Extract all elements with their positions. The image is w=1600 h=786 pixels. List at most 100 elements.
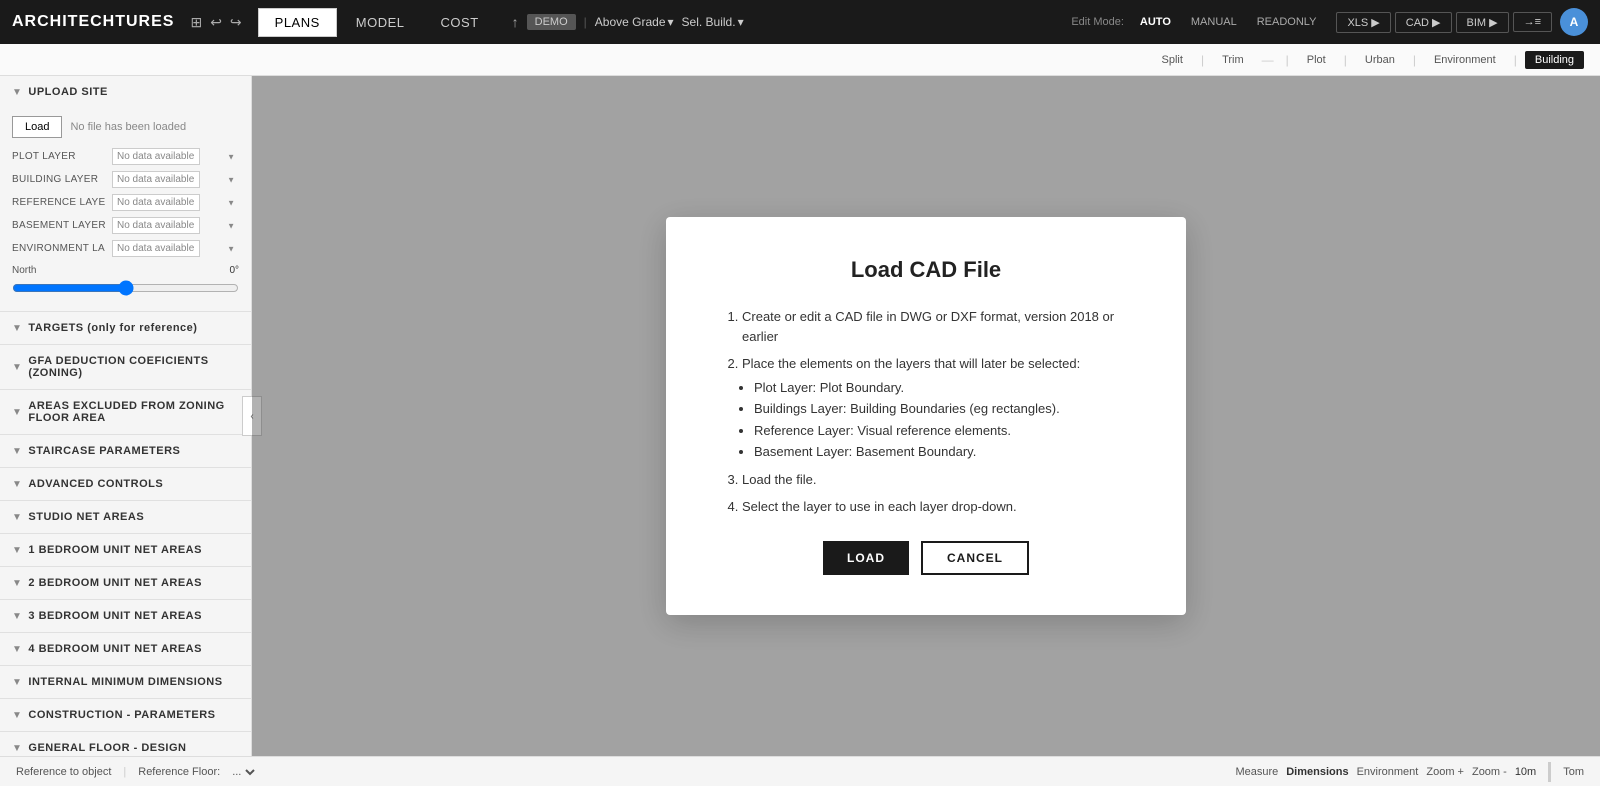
edit-mode-auto[interactable]: AUTO — [1132, 13, 1179, 31]
modal-overlay: Load CAD File Create or edit a CAD file … — [252, 76, 1600, 756]
chevron-right-icon: ▼ — [12, 743, 22, 754]
environment-layer-select[interactable]: No data available — [112, 240, 200, 257]
section-2bed-header[interactable]: ▼ 2 BEDROOM UNIT NET AREAS — [0, 567, 251, 599]
section-4bed-label: 4 BEDROOM UNIT NET AREAS — [28, 643, 202, 655]
bottom-bar: Reference to object | Reference Floor: .… — [0, 756, 1600, 786]
environment-layer-label: ENVIRONMENT LA — [12, 243, 112, 254]
section-1bed-header[interactable]: ▼ 1 BEDROOM UNIT NET AREAS — [0, 534, 251, 566]
tab-trim[interactable]: Trim — [1212, 51, 1254, 69]
tab-environment[interactable]: Environment — [1424, 51, 1506, 69]
section-4bed-header[interactable]: ▼ 4 BEDROOM UNIT NET AREAS — [0, 633, 251, 665]
tab-split[interactable]: Split — [1152, 51, 1193, 69]
section-gfa: ▼ GFA DEDUCTION COEFICIENTS (ZONING) — [0, 345, 251, 390]
tab-building[interactable]: Building — [1525, 51, 1584, 69]
export-more-button[interactable]: →≡ — [1513, 12, 1552, 32]
modal-sub-item-reference: Reference Layer: Visual reference elemen… — [754, 421, 1126, 441]
section-advanced-controls-header[interactable]: ▼ ADVANCED CONTROLS — [0, 468, 251, 500]
up-arrow-icon: ↑ — [512, 14, 519, 30]
north-slider[interactable] — [12, 280, 239, 296]
app-logo: ARCHITECHTURES — [12, 13, 174, 31]
tab-urban[interactable]: Urban — [1355, 51, 1405, 69]
tab-cost[interactable]: COST — [424, 8, 496, 37]
section-areas-excluded-header[interactable]: ▼ AREAS EXCLUDED FROM ZONING FLOOR AREA — [0, 390, 251, 434]
section-general-floor-header[interactable]: ▼ GENERAL FLOOR - DESIGN — [0, 732, 251, 756]
reference-layer-row: REFERENCE LAYE No data available — [12, 194, 239, 211]
section-studio-header[interactable]: ▼ STUDIO NET AREAS — [0, 501, 251, 533]
environment-label[interactable]: Environment — [1357, 766, 1419, 778]
main-layout: ▼ UPLOAD SITE Load No file has been load… — [0, 76, 1600, 756]
north-row: North 0° — [12, 265, 239, 299]
section-upload-site: ▼ UPLOAD SITE Load No file has been load… — [0, 76, 251, 312]
zoom-level: 10m — [1515, 766, 1536, 778]
export-xls-button[interactable]: XLS ▶ — [1336, 12, 1390, 33]
tab-model[interactable]: MODEL — [339, 8, 422, 37]
modal-title: Load CAD File — [726, 257, 1126, 283]
section-studio-label: STUDIO NET AREAS — [28, 511, 144, 523]
ref-floor-select[interactable]: ... — [228, 765, 258, 779]
zoom-in-button[interactable]: Zoom + — [1426, 766, 1464, 778]
export-cad-button[interactable]: CAD ▶ — [1395, 12, 1452, 33]
modal-instruction-2: Place the elements on the layers that wi… — [742, 354, 1126, 462]
section-3bed-label: 3 BEDROOM UNIT NET AREAS — [28, 610, 202, 622]
redo-icon[interactable]: ↪ — [230, 14, 242, 31]
edit-mode-readonly[interactable]: READONLY — [1249, 13, 1325, 31]
second-bar: Split | Trim — | Plot | Urban | Environm… — [0, 44, 1600, 76]
modal-sub-item-buildings: Buildings Layer: Building Boundaries (eg… — [754, 399, 1126, 419]
environment-layer-select-wrapper: No data available — [112, 240, 239, 257]
nav-center-controls: ↑ DEMO | Above Grade ▾ Sel. Build. ▾ — [512, 14, 744, 30]
section-internal-min-header[interactable]: ▼ INTERNAL MINIMUM DIMENSIONS — [0, 666, 251, 698]
load-file-button[interactable]: Load — [12, 116, 62, 138]
modal-buttons: LOAD CANCEL — [726, 541, 1126, 575]
section-targets: ▼ TARGETS (only for reference) — [0, 312, 251, 345]
reference-layer-select[interactable]: No data available — [112, 194, 200, 211]
undo-icon[interactable]: ↩ — [210, 14, 222, 31]
tab-plans[interactable]: PLANS — [258, 8, 337, 37]
sel-build-dropdown[interactable]: Sel. Build. ▾ — [682, 15, 744, 29]
basement-layer-select[interactable]: No data available — [112, 217, 200, 234]
ref-to-object-label: Reference to object — [16, 766, 111, 778]
export-bim-button[interactable]: BIM ▶ — [1456, 12, 1509, 33]
basement-layer-select-wrapper: No data available — [112, 217, 239, 234]
bottom-right-controls: Measure Dimensions Environment Zoom + Zo… — [1235, 762, 1584, 782]
section-staircase-header[interactable]: ▼ STAIRCASE PARAMETERS — [0, 435, 251, 467]
plot-layer-select[interactable]: No data available — [112, 148, 200, 165]
chevron-right-icon: ▼ — [12, 545, 22, 556]
user-name-label: Tom — [1563, 766, 1584, 778]
grid-icon[interactable]: ⊞ — [190, 14, 202, 31]
modal-instruction-1: Create or edit a CAD file in DWG or DXF … — [742, 307, 1126, 346]
building-layer-select[interactable]: No data available — [112, 171, 200, 188]
building-layer-row: BUILDING LAYER No data available — [12, 171, 239, 188]
section-targets-header[interactable]: ▼ TARGETS (only for reference) — [0, 312, 251, 344]
edit-mode-manual[interactable]: MANUAL — [1183, 13, 1245, 31]
pipe-sep: | — [584, 15, 587, 29]
plot-layer-select-wrapper: No data available — [112, 148, 239, 165]
chevron-right-icon: ▼ — [12, 362, 22, 373]
top-navigation: ARCHITECHTURES ⊞ ↩ ↪ PLANS MODEL COST ↑ … — [0, 0, 1600, 44]
north-value: 0° — [229, 265, 239, 276]
section-1bed-label: 1 BEDROOM UNIT NET AREAS — [28, 544, 202, 556]
modal-load-button[interactable]: LOAD — [823, 541, 909, 575]
plot-layer-label: PLOT LAYER — [12, 151, 112, 162]
section-internal-min: ▼ INTERNAL MINIMUM DIMENSIONS — [0, 666, 251, 699]
zoom-out-button[interactable]: Zoom - — [1472, 766, 1507, 778]
modal-instruction-4: Select the layer to use in each layer dr… — [742, 497, 1126, 517]
tab-plot[interactable]: Plot — [1297, 51, 1336, 69]
section-general-floor-label: GENERAL FLOOR - DESIGN — [28, 742, 186, 754]
load-btn-row: Load No file has been loaded — [12, 116, 239, 138]
section-construction-label: CONSTRUCTION - PARAMETERS — [28, 709, 215, 721]
user-avatar[interactable]: A — [1560, 8, 1588, 36]
section-upload-site-header[interactable]: ▼ UPLOAD SITE — [0, 76, 251, 108]
chevron-right-icon: ▼ — [12, 407, 22, 418]
section-areas-excluded-label: AREAS EXCLUDED FROM ZONING FLOOR AREA — [28, 400, 239, 424]
main-nav-tabs: PLANS MODEL COST — [258, 8, 496, 37]
above-grade-dropdown[interactable]: Above Grade ▾ — [595, 15, 674, 29]
scroll-track — [1548, 762, 1551, 782]
section-3bed-header[interactable]: ▼ 3 BEDROOM UNIT NET AREAS — [0, 600, 251, 632]
section-gfa-header[interactable]: ▼ GFA DEDUCTION COEFICIENTS (ZONING) — [0, 345, 251, 389]
dimensions-label[interactable]: Dimensions — [1286, 766, 1348, 778]
modal-cancel-button[interactable]: CANCEL — [921, 541, 1029, 575]
section-construction-header[interactable]: ▼ CONSTRUCTION - PARAMETERS — [0, 699, 251, 731]
section-advanced-controls: ▼ ADVANCED CONTROLS — [0, 468, 251, 501]
no-file-text: No file has been loaded — [70, 121, 186, 133]
chevron-right-icon: ▼ — [12, 512, 22, 523]
